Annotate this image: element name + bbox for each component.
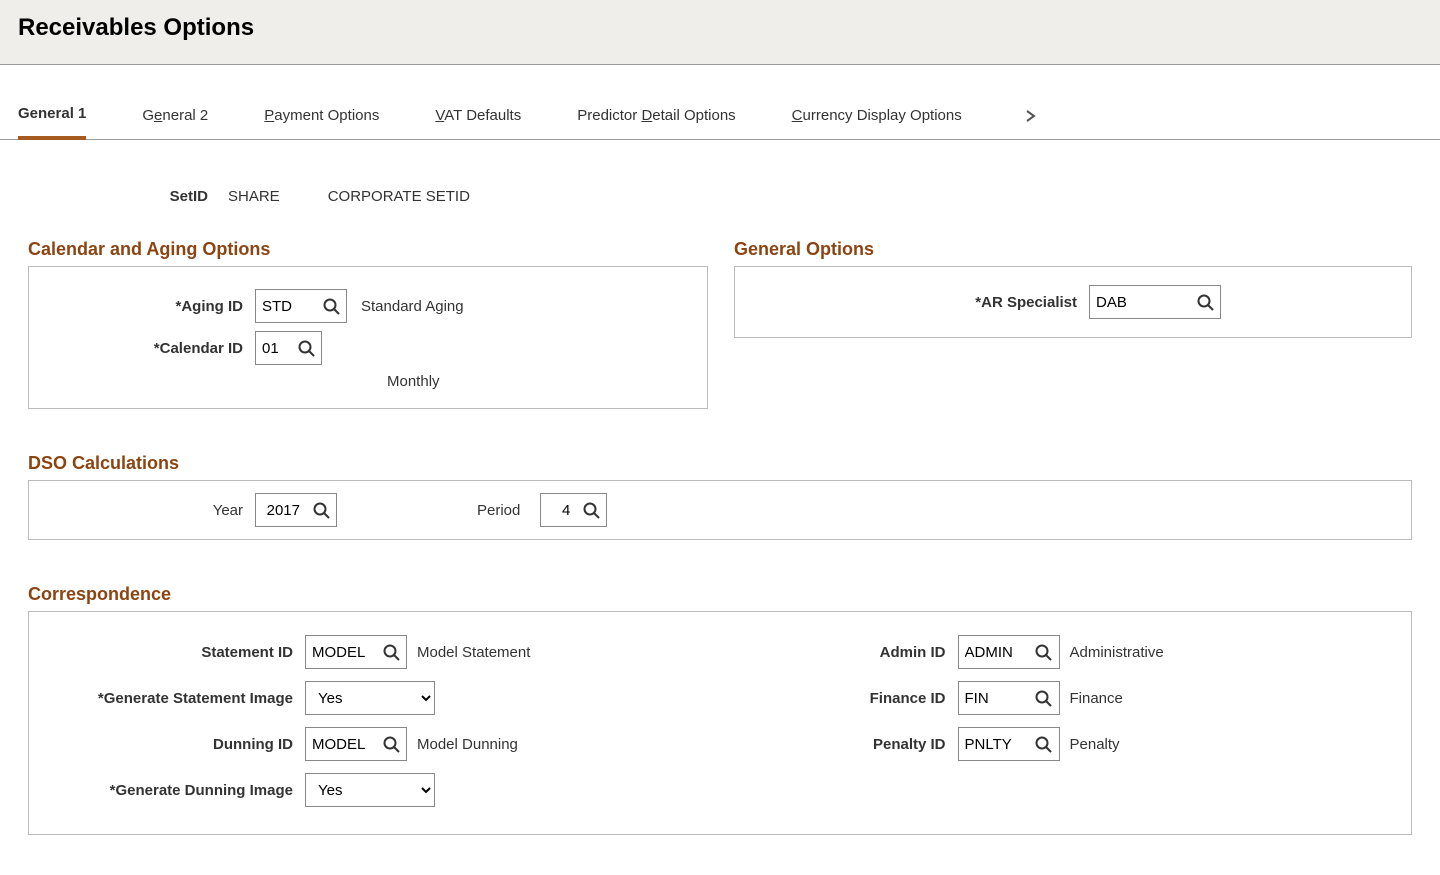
setid-row: SetID SHARE CORPORATE SETID bbox=[28, 188, 1412, 205]
section-title-calendar-aging: Calendar and Aging Options bbox=[28, 239, 708, 260]
penalty-id-lookup-button[interactable] bbox=[1029, 728, 1059, 760]
tab-label-pre: Predictor bbox=[577, 107, 641, 124]
search-icon bbox=[1035, 690, 1052, 707]
aging-id-lookup bbox=[255, 289, 347, 323]
penalty-id-label: Penalty ID bbox=[788, 736, 958, 753]
finance-id-desc: Finance bbox=[1070, 690, 1123, 707]
dso-year-input[interactable] bbox=[256, 495, 306, 525]
page-header: Receivables Options bbox=[0, 0, 1440, 65]
aging-id-desc: Standard Aging bbox=[361, 298, 464, 315]
gen-statement-label: *Generate Statement Image bbox=[45, 690, 305, 707]
section-title-dso: DSO Calculations bbox=[28, 453, 1412, 474]
calendar-id-desc: Monthly bbox=[387, 373, 691, 390]
penalty-id-desc: Penalty bbox=[1070, 736, 1120, 753]
tab-label-u: D bbox=[641, 107, 652, 124]
search-icon bbox=[313, 502, 330, 519]
dunning-id-lookup bbox=[305, 727, 407, 761]
tab-label-post: etail Options bbox=[652, 107, 735, 124]
search-icon bbox=[1197, 294, 1214, 311]
admin-id-input[interactable] bbox=[959, 637, 1029, 667]
statement-id-lookup-button[interactable] bbox=[376, 636, 406, 668]
statement-id-label: Statement ID bbox=[45, 644, 305, 661]
dso-period-input[interactable] bbox=[541, 495, 576, 525]
section-title-general-options: General Options bbox=[734, 239, 1412, 260]
finance-id-lookup-button[interactable] bbox=[1029, 682, 1059, 714]
tab-general-1[interactable]: General 1 bbox=[18, 93, 86, 140]
tab-label-u: V bbox=[435, 107, 444, 124]
penalty-id-lookup bbox=[958, 727, 1060, 761]
ar-specialist-label: *AR Specialist bbox=[751, 294, 1089, 311]
ar-specialist-input[interactable] bbox=[1090, 287, 1190, 317]
search-icon bbox=[383, 736, 400, 753]
tab-payment-options[interactable]: Payment Options bbox=[264, 95, 379, 138]
tab-label-u: C bbox=[792, 107, 803, 124]
dunning-id-desc: Model Dunning bbox=[417, 736, 518, 753]
gen-dunning-select[interactable]: Yes No bbox=[305, 773, 435, 807]
dso-year-lookup-button[interactable] bbox=[306, 494, 336, 526]
dso-year-label: Year bbox=[45, 502, 255, 519]
content-area: SetID SHARE CORPORATE SETID Calendar and… bbox=[0, 140, 1440, 875]
setid-desc: CORPORATE SETID bbox=[328, 188, 470, 205]
gen-statement-select[interactable]: Yes No bbox=[305, 681, 435, 715]
ar-specialist-lookup-button[interactable] bbox=[1190, 286, 1220, 318]
tab-label-u: P bbox=[264, 107, 274, 124]
aging-id-input[interactable] bbox=[256, 291, 316, 321]
dso-year-lookup bbox=[255, 493, 337, 527]
dso-period-lookup bbox=[540, 493, 607, 527]
statement-id-desc: Model Statement bbox=[417, 644, 530, 661]
statement-id-input[interactable] bbox=[306, 637, 376, 667]
tab-label-pre: G bbox=[142, 107, 154, 124]
aging-id-lookup-button[interactable] bbox=[316, 290, 346, 322]
tab-predictor-detail-options[interactable]: Predictor Detail Options bbox=[577, 95, 735, 138]
finance-id-input[interactable] bbox=[959, 683, 1029, 713]
admin-id-lookup-button[interactable] bbox=[1029, 636, 1059, 668]
section-general-options: *AR Specialist bbox=[734, 266, 1412, 338]
calendar-id-label: *Calendar ID bbox=[45, 340, 255, 357]
tab-vat-defaults[interactable]: VAT Defaults bbox=[435, 95, 521, 138]
section-correspondence: Statement ID Model Statement *Generate S… bbox=[28, 611, 1412, 835]
gen-dunning-label: *Generate Dunning Image bbox=[45, 782, 305, 799]
section-title-correspondence: Correspondence bbox=[28, 584, 1412, 605]
finance-id-lookup bbox=[958, 681, 1060, 715]
search-icon bbox=[383, 644, 400, 661]
finance-id-label: Finance ID bbox=[788, 690, 958, 707]
section-calendar-aging: *Aging ID Standard Aging *Calendar ID bbox=[28, 266, 708, 409]
dunning-id-lookup-button[interactable] bbox=[376, 728, 406, 760]
search-icon bbox=[583, 502, 600, 519]
tab-label: General 1 bbox=[18, 105, 86, 122]
setid-value: SHARE bbox=[228, 188, 280, 205]
dunning-id-label: Dunning ID bbox=[45, 736, 305, 753]
search-icon bbox=[1035, 736, 1052, 753]
section-dso: Year Period bbox=[28, 480, 1412, 540]
dunning-id-input[interactable] bbox=[306, 729, 376, 759]
dso-period-lookup-button[interactable] bbox=[576, 494, 606, 526]
search-icon bbox=[323, 298, 340, 315]
tab-label-post: AT Defaults bbox=[444, 107, 521, 124]
tab-label-post: neral 2 bbox=[162, 107, 208, 124]
search-icon bbox=[298, 340, 315, 357]
admin-id-lookup bbox=[958, 635, 1060, 669]
statement-id-lookup bbox=[305, 635, 407, 669]
page-title: Receivables Options bbox=[18, 14, 254, 41]
ar-specialist-lookup bbox=[1089, 285, 1221, 319]
aging-id-label: *Aging ID bbox=[45, 298, 255, 315]
tab-general-2[interactable]: General 2 bbox=[142, 95, 208, 138]
dso-period-label: Period bbox=[477, 502, 540, 519]
tab-strip: General 1 General 2 Payment Options VAT … bbox=[0, 93, 1440, 140]
calendar-id-lookup-button[interactable] bbox=[291, 332, 321, 364]
chevron-right-icon bbox=[1022, 108, 1038, 124]
tab-label-post: urrency Display Options bbox=[803, 107, 962, 124]
tab-currency-display-options[interactable]: Currency Display Options bbox=[792, 95, 962, 138]
admin-id-desc: Administrative bbox=[1070, 644, 1164, 661]
tab-label-post: ayment Options bbox=[274, 107, 379, 124]
search-icon bbox=[1035, 644, 1052, 661]
calendar-id-lookup bbox=[255, 331, 322, 365]
tabs-more-button[interactable] bbox=[1018, 100, 1042, 132]
calendar-id-input[interactable] bbox=[256, 333, 291, 363]
penalty-id-input[interactable] bbox=[959, 729, 1029, 759]
admin-id-label: Admin ID bbox=[788, 644, 958, 661]
setid-label: SetID bbox=[28, 188, 228, 205]
